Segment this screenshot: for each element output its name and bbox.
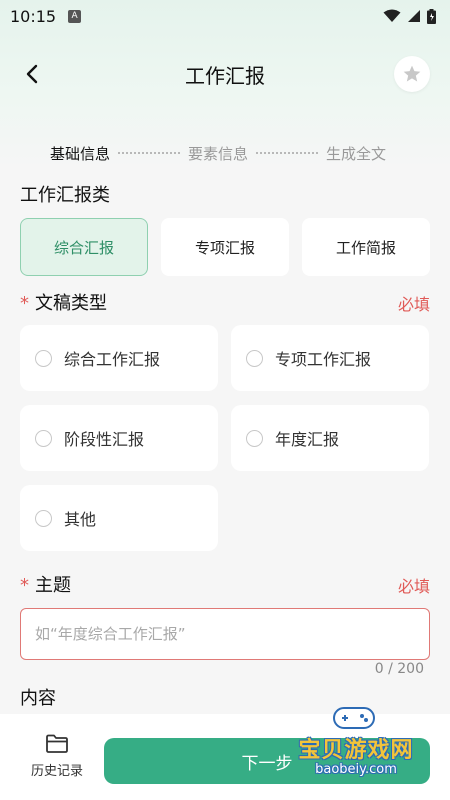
option-special-work-report[interactable]: 专项工作汇报 — [231, 325, 429, 391]
status-bar: 10:15 A — [0, 0, 450, 32]
option-label: 年度汇报 — [275, 430, 340, 449]
radio-icon — [35, 429, 52, 447]
radio-icon — [246, 349, 263, 367]
option-label: 综合工作汇报 — [64, 350, 161, 369]
topic-label: 主题 — [35, 575, 71, 596]
document-type-title: * 文稿类型 — [20, 289, 107, 315]
step-indicator: 基础信息 要素信息 生成全文 — [50, 140, 410, 166]
history-button[interactable]: 历史记录 — [22, 734, 92, 779]
option-comprehensive-work-report[interactable]: 综合工作汇报 — [20, 325, 218, 391]
tab-special-report[interactable]: 专项汇报 — [161, 218, 289, 276]
radio-icon — [246, 429, 263, 447]
page-title: 工作汇报 — [185, 63, 265, 88]
option-phase-report[interactable]: 阶段性汇报 — [20, 405, 218, 471]
favorite-button[interactable] — [394, 56, 430, 92]
step-generate-full: 生成全文 — [326, 144, 387, 163]
required-star: * — [20, 575, 29, 596]
topic-input[interactable] — [20, 608, 430, 660]
back-arrow-icon — [26, 64, 38, 84]
history-label: 历史记录 — [30, 764, 83, 779]
option-label: 专项工作汇报 — [275, 350, 372, 369]
battery-icon — [427, 8, 436, 24]
app-header: 工作汇报 — [0, 52, 450, 96]
radio-icon — [35, 349, 52, 367]
required-tag: 必填 — [397, 295, 430, 314]
character-counter: 0 / 200 — [374, 661, 424, 677]
option-label: 阶段性汇报 — [64, 430, 145, 449]
radio-icon — [35, 509, 52, 527]
status-time: 10:15 — [10, 6, 57, 26]
wifi-icon — [383, 9, 401, 22]
report-category-title: 工作汇报类 — [20, 185, 110, 206]
step-divider — [118, 152, 181, 154]
notification-badge-icon: A — [68, 9, 82, 23]
option-annual-report[interactable]: 年度汇报 — [231, 405, 429, 471]
tab-work-brief[interactable]: 工作简报 — [302, 218, 430, 276]
required-star: * — [20, 293, 29, 314]
content-title: 内容 — [20, 688, 56, 709]
option-other[interactable]: 其他 — [20, 485, 218, 551]
back-button[interactable] — [18, 60, 46, 88]
folder-icon — [46, 734, 68, 753]
step-elements-info: 要素信息 — [188, 144, 249, 163]
required-tag: 必填 — [397, 577, 430, 596]
step-divider — [256, 152, 319, 154]
document-type-label: 文稿类型 — [35, 293, 107, 314]
next-step-button[interactable]: 下一步 — [104, 738, 430, 784]
tab-comprehensive-report[interactable]: 综合汇报 — [20, 218, 148, 276]
step-basic-info: 基础信息 — [50, 144, 111, 163]
bottom-bar: 历史记录 下一步 — [0, 714, 450, 800]
star-icon — [403, 65, 421, 82]
signal-icon — [408, 10, 420, 22]
option-label: 其他 — [64, 510, 97, 529]
topic-title: * 主题 — [20, 571, 71, 597]
